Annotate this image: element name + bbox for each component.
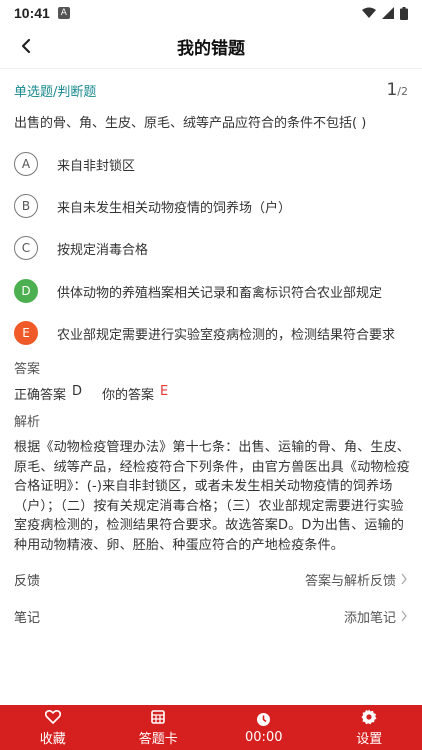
option-key: A [14,152,38,176]
option-d[interactable]: D 供体动物的养殖档案相关记录和畜禽标识符合农业部规定 [14,278,408,304]
option-c[interactable]: C 按规定消毒合格 [14,235,408,261]
analysis-text: 根据《动物检疫管理办法》第十七条：出售、运输的骨、角、生皮、原毛、绒等产品，经检… [14,440,411,553]
question-counter: 1/2 [386,80,408,100]
notes-label: 笔记 [14,610,41,626]
status-icons [362,6,408,20]
back-button[interactable] [14,34,38,58]
question-text: 出售的骨、角、生皮、原毛、绒等产品应符合的条件不包括( ) [14,116,367,131]
notification-a-icon: A [57,7,70,19]
chevron-right-icon [401,573,407,585]
add-note-link[interactable]: 添加笔记 [344,607,408,626]
tab-label: 设置 [356,732,383,747]
header-divider [0,68,422,69]
answer-heading: 答案 [14,362,41,377]
feedback-link[interactable]: 答案与解析反馈 [305,570,408,589]
status-bar: 10:41 A [0,0,422,26]
question-total: /2 [397,85,408,98]
app-header: 我的错题 [0,26,422,66]
gear-icon [361,708,377,726]
chevron-left-icon [21,38,31,54]
option-key-correct: D [14,279,38,303]
option-text: 按规定消毒合格 [57,242,149,258]
clock-icon [256,710,271,728]
option-key: C [14,236,38,260]
signal-icon [382,7,394,19]
notes-action: 添加笔记 [343,610,396,626]
battery-icon [400,6,408,20]
tab-favorite[interactable]: 收藏 [0,705,106,750]
option-a[interactable]: A 来自非封锁区 [14,151,408,177]
tab-label: 答题卡 [138,732,178,747]
wifi-icon [362,7,376,18]
feedback-label: 反馈 [14,573,41,589]
correct-answer-value: D [72,384,83,399]
question-meta: 单选题/判断题 1/2 [14,80,408,100]
heart-icon [44,708,61,726]
tab-settings[interactable]: 设置 [317,705,422,750]
your-answer-value: E [160,384,169,399]
correct-answer-label: 正确答案 [14,388,67,403]
answer-summary: 正确答案 D 你的答案 E [14,384,168,403]
analysis-heading: 解析 [14,415,41,430]
your-answer-label: 你的答案 [102,388,155,403]
question-index: 1 [386,80,398,100]
option-text: 来自非封锁区 [57,158,136,174]
option-key-wrong: E [14,321,38,345]
tab-label: 收藏 [39,732,66,747]
timer-value: 00:00 [245,730,283,745]
status-time: 10:41 [14,5,50,21]
tab-timer[interactable]: 00:00 [211,705,317,750]
option-e[interactable]: E 农业部规定需要进行实验室疫病检测的，检测结果符合要求 [14,320,408,346]
feedback-row: 反馈 答案与解析反馈 [14,567,408,591]
question-type: 单选题/判断题 [14,84,97,100]
tab-answer-card[interactable]: 答题卡 [106,705,212,750]
bottom-tab-bar: 收藏 答题卡 00:00 设置 [0,705,422,750]
option-text: 来自未发生相关动物疫情的饲养场（户） [57,200,292,216]
option-text: 农业部规定需要进行实验室疫病检测的，检测结果符合要求 [57,327,396,343]
feedback-action: 答案与解析反馈 [304,573,396,589]
option-text: 供体动物的养殖档案相关记录和畜禽标识符合农业部规定 [57,285,383,301]
option-b[interactable]: B 来自未发生相关动物疫情的饲养场（户） [14,193,408,219]
option-key: B [14,194,38,218]
calendar-grid-icon [151,708,166,726]
notes-row: 笔记 添加笔记 [14,604,408,628]
chevron-right-icon [401,610,407,622]
page-title: 我的错题 [177,38,245,59]
